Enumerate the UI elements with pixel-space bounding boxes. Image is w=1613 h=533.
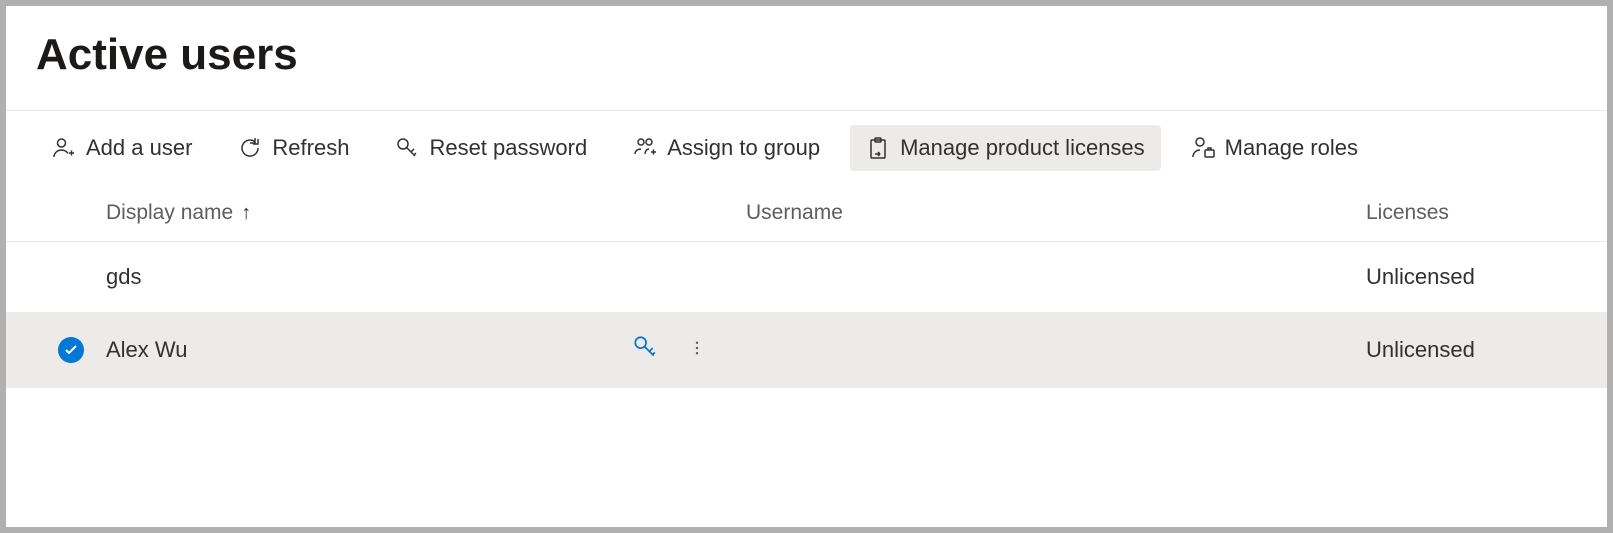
active-users-panel: Active users Add a user Refresh	[6, 6, 1607, 527]
table-row[interactable]: gds Unlicensed	[6, 242, 1607, 312]
manage-product-licenses-label: Manage product licenses	[900, 135, 1145, 161]
row-actions	[632, 334, 706, 366]
licenses-cell: Unlicensed	[1366, 264, 1475, 289]
licenses-cell: Unlicensed	[1366, 337, 1475, 362]
display-name-cell: Alex Wu	[106, 337, 188, 363]
display-name-cell: gds	[106, 264, 141, 290]
assign-to-group-button[interactable]: Assign to group	[617, 125, 836, 171]
reset-password-label: Reset password	[429, 135, 587, 161]
refresh-icon	[238, 136, 262, 160]
more-actions-button[interactable]	[688, 337, 706, 363]
more-vertical-icon	[688, 339, 706, 357]
row-checkbox[interactable]	[58, 337, 84, 363]
table-row[interactable]: Alex Wu	[6, 312, 1607, 388]
manage-product-licenses-button[interactable]: Manage product licenses	[850, 125, 1161, 171]
group-add-icon	[633, 136, 657, 160]
col-licenses-header[interactable]: Licenses	[1366, 201, 1577, 225]
person-add-icon	[52, 136, 76, 160]
toolbar: Add a user Refresh Reset	[6, 111, 1607, 185]
users-table: Display name ↑ Username Licenses gds	[6, 185, 1607, 388]
key-icon	[395, 136, 419, 160]
col-display-name-header[interactable]: Display name ↑	[106, 201, 746, 225]
username-header-label: Username	[746, 201, 843, 224]
row-checkbox[interactable]	[58, 264, 84, 290]
clipboard-icon	[866, 136, 890, 160]
key-icon	[632, 334, 658, 360]
assign-to-group-label: Assign to group	[667, 135, 820, 161]
display-name-header-label: Display name	[106, 201, 233, 225]
manage-roles-label: Manage roles	[1225, 135, 1358, 161]
refresh-button[interactable]: Refresh	[222, 125, 365, 171]
person-briefcase-icon	[1191, 136, 1215, 160]
sort-ascending-icon: ↑	[241, 202, 251, 225]
table-header: Display name ↑ Username Licenses	[6, 185, 1607, 242]
licenses-header-label: Licenses	[1366, 201, 1449, 224]
add-user-label: Add a user	[86, 135, 192, 161]
col-username-header[interactable]: Username	[746, 201, 1366, 225]
checkmark-icon	[63, 342, 79, 358]
add-user-button[interactable]: Add a user	[36, 125, 208, 171]
refresh-label: Refresh	[272, 135, 349, 161]
page-title: Active users	[6, 6, 1607, 111]
reset-password-button[interactable]: Reset password	[379, 125, 603, 171]
reset-password-row-button[interactable]	[632, 334, 658, 366]
manage-roles-button[interactable]: Manage roles	[1175, 125, 1374, 171]
